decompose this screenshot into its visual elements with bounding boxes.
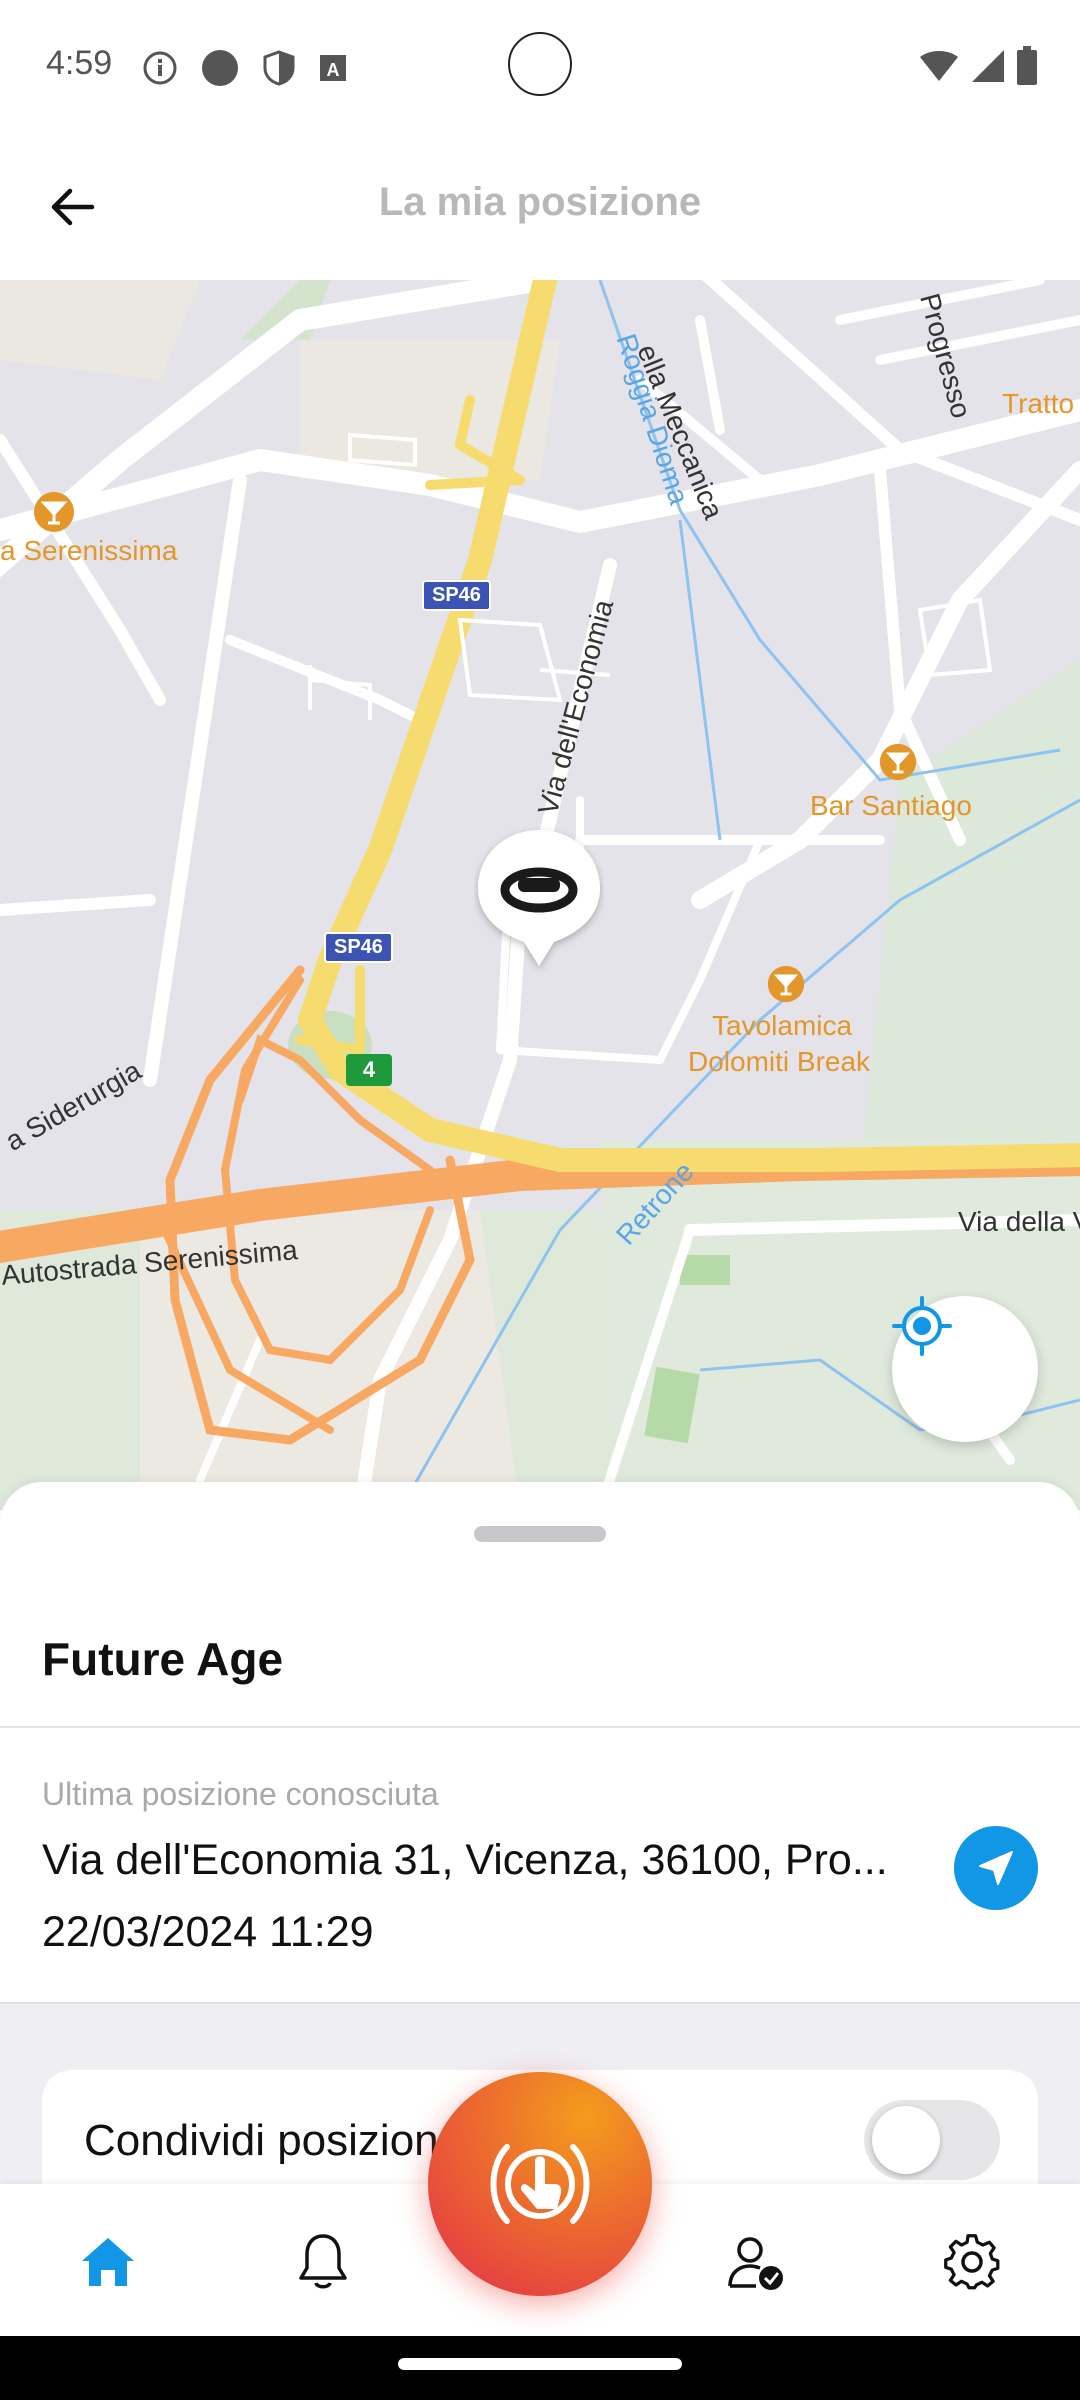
sos-button[interactable] [428,2072,652,2296]
divider [0,1726,1080,1728]
map-label-tavolamica[interactable]: Tavolamica [712,1010,852,1042]
map-label-serenissima: a Serenissima [0,535,178,566]
my-location-icon [892,1296,952,1356]
map-label-bar-santiago[interactable]: Bar Santiago [810,790,972,822]
signal-icon [972,50,1004,82]
battery-icon [1017,46,1037,85]
home-gesture-pill[interactable] [398,2358,682,2370]
last-position-address: Via dell'Economia 31, Vicenza, 36100, Pr… [42,1836,888,1884]
system-gesture-bar [0,2336,1080,2400]
device-name: Future Age [42,1633,284,1685]
status-icons: A [142,48,348,88]
road-shield-sp46: SP46 [324,932,393,963]
share-position-toggle[interactable] [864,2100,1000,2180]
gear-icon [944,2234,1000,2290]
status-time: 4:59 [46,44,113,82]
map-label-dolomiti-break[interactable]: Dolomiti Break [688,1046,870,1078]
nav-home[interactable] [68,2222,148,2302]
status-bar: 4:59 A [0,0,1080,130]
exit-shield: 4 [346,1054,392,1086]
shield-icon [263,50,295,86]
camera-cutout [508,32,572,96]
device-location-pin[interactable] [474,826,604,976]
sos-icon [490,2144,590,2224]
last-position-date: 22/03/2024 11:29 [42,1908,374,1956]
info-icon [143,51,177,85]
nav-notifications[interactable] [283,2222,363,2302]
last-position-caption: Ultima posizione conosciuta [42,1776,439,1812]
road-shield-sp46: SP46 [422,580,491,611]
circle-icon [202,50,238,86]
share-position-label: Condividi posizione [84,2116,464,2165]
cocktail-poi-icon [34,492,74,532]
sheet-drag-handle[interactable] [474,1526,606,1542]
wifi-icon [920,51,958,81]
page-title: La mia posizione [378,180,702,224]
navigate-button[interactable] [954,1826,1038,1910]
user-check-icon [728,2237,783,2290]
status-right-icons [918,46,1038,86]
home-icon [82,2238,134,2286]
app-bar: La mia posizione [0,130,1080,280]
svg-text:A: A [327,60,340,80]
font-icon: A [320,55,346,81]
bell-icon [299,2234,347,2289]
nav-contacts[interactable] [716,2222,796,2302]
map-label-via-della: Via della V [958,1206,1080,1237]
navigation-arrow-icon [979,1851,1013,1885]
toggle-knob [872,2106,940,2174]
locate-me-button[interactable] [892,1296,1038,1442]
cocktail-poi-icon [767,965,805,1003]
map-view[interactable]: a Serenissima Bar Santiago Tavolamica Do… [0,280,1080,1510]
cocktail-poi-icon [879,743,917,781]
map-pin-icon [478,830,600,966]
nav-settings[interactable] [932,2222,1012,2302]
map-label-tratto: Tratto [1002,388,1075,419]
